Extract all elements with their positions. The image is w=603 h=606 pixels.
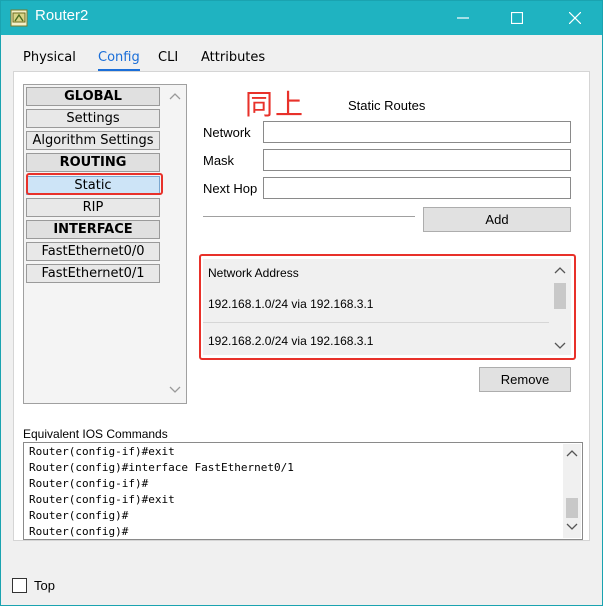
minimize-button[interactable] bbox=[440, 1, 486, 35]
scroll-down-icon[interactable] bbox=[169, 385, 181, 397]
top-checkbox[interactable] bbox=[12, 578, 27, 593]
maximize-button[interactable] bbox=[494, 1, 540, 35]
scroll-down-icon[interactable] bbox=[566, 522, 578, 534]
window-title: Router2 bbox=[35, 7, 89, 24]
ios-commands-label: Equivalent IOS Commands bbox=[23, 427, 168, 441]
sidebar-item-settings[interactable]: Settings bbox=[26, 109, 160, 128]
add-button[interactable]: Add bbox=[423, 207, 571, 232]
nexthop-label: Next Hop bbox=[203, 181, 258, 196]
ios-commands-console[interactable]: Router(config-if)#exit Router(config)#in… bbox=[23, 442, 583, 540]
scroll-up-icon[interactable] bbox=[566, 448, 578, 460]
sidebar-item-rip[interactable]: RIP bbox=[26, 198, 160, 217]
annotation-text: 同上 bbox=[245, 88, 306, 121]
console-line: Router(config-if)#exit bbox=[29, 445, 175, 458]
top-checkbox-label: Top bbox=[34, 578, 55, 593]
static-routes-title: Static Routes bbox=[348, 98, 426, 113]
tab-cli[interactable]: CLI bbox=[148, 45, 188, 71]
console-line: Router(config)# bbox=[29, 525, 129, 538]
nexthop-input[interactable] bbox=[263, 177, 571, 199]
footer-bar: Top bbox=[1, 569, 602, 605]
console-line: Router(config-if)# bbox=[29, 477, 149, 490]
mask-input[interactable] bbox=[263, 149, 571, 171]
sidebar-header-global: GLOBAL bbox=[26, 87, 160, 106]
mask-label: Mask bbox=[203, 153, 235, 168]
sidebar-scrollbar[interactable] bbox=[166, 87, 184, 401]
sidebar-item-fastethernet0-1[interactable]: FastEthernet0/1 bbox=[26, 264, 160, 283]
network-input[interactable] bbox=[263, 121, 571, 143]
tab-config-label: Config bbox=[98, 50, 140, 65]
sidebar-item-fastethernet0-0[interactable]: FastEthernet0/0 bbox=[26, 242, 160, 261]
title-bar[interactable]: Router2 bbox=[1, 1, 602, 35]
console-line: Router(config)# bbox=[29, 509, 129, 522]
scroll-thumb[interactable] bbox=[566, 498, 578, 518]
router-app-icon bbox=[10, 9, 28, 27]
remove-button[interactable]: Remove bbox=[479, 367, 571, 392]
close-button[interactable] bbox=[552, 1, 598, 35]
console-scrollbar[interactable] bbox=[563, 444, 581, 538]
network-label: Network bbox=[203, 125, 251, 140]
scroll-up-icon[interactable] bbox=[169, 91, 181, 103]
tab-config[interactable]: Config bbox=[88, 45, 150, 71]
sidebar-item-algorithm-settings[interactable]: Algorithm Settings bbox=[26, 131, 160, 150]
console-line: Router(config-if)#exit bbox=[29, 493, 175, 506]
static-highlight-box bbox=[26, 173, 163, 195]
tab-physical[interactable]: Physical bbox=[13, 45, 86, 71]
tab-attributes[interactable]: Attributes bbox=[191, 45, 275, 71]
sidebar-header-interface: INTERFACE bbox=[26, 220, 160, 239]
sidebar-header-routing: ROUTING bbox=[26, 153, 160, 172]
config-sidebar: GLOBAL Settings Algorithm Settings ROUTI… bbox=[23, 84, 187, 404]
router2-window: Router2 Physical Config CLI Attributes G… bbox=[0, 0, 603, 606]
console-line: Router(config)#interface FastEthernet0/1 bbox=[29, 461, 294, 474]
routes-highlight-box bbox=[199, 254, 576, 360]
form-divider bbox=[203, 216, 415, 218]
